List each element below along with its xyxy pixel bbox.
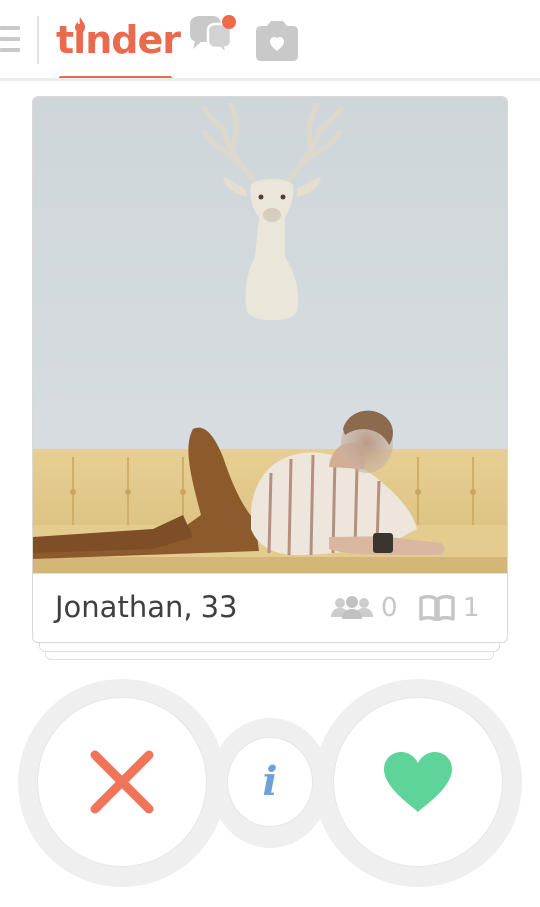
book-icon xyxy=(419,595,455,621)
common-friends: 0 xyxy=(331,593,398,623)
camera-moments-icon xyxy=(256,21,298,61)
close-icon xyxy=(90,750,154,814)
tinder-logo[interactable]: tinder xyxy=(56,16,181,68)
menu-icon[interactable] xyxy=(0,24,22,56)
name-age-label: Jonathan, 33 xyxy=(55,590,237,624)
menu-line xyxy=(0,37,20,41)
info-icon: i xyxy=(262,758,278,805)
heart-icon xyxy=(384,752,452,812)
profile-name: Jonathan xyxy=(55,590,184,624)
header-rule xyxy=(0,78,540,81)
profile-card[interactable]: Jonathan, 33 0 1 xyxy=(32,96,508,643)
common-interests-count: 1 xyxy=(463,593,480,623)
flame-icon xyxy=(75,17,85,33)
common-interests: 1 xyxy=(419,593,480,623)
profile-photo[interactable] xyxy=(33,97,507,573)
info-button[interactable]: i xyxy=(228,738,312,826)
menu-line xyxy=(0,26,20,30)
notification-badge xyxy=(222,15,236,29)
like-button[interactable] xyxy=(334,698,502,866)
menu-line xyxy=(0,48,20,52)
common-friends-count: 0 xyxy=(381,593,398,623)
name-separator: , xyxy=(183,590,193,624)
card-footer: Jonathan, 33 0 1 xyxy=(33,573,507,642)
top-bar: tinder xyxy=(0,0,540,82)
friends-icon xyxy=(331,596,373,619)
profile-age: 33 xyxy=(200,590,238,624)
header-divider xyxy=(37,16,39,64)
nope-button[interactable] xyxy=(38,698,206,866)
camera-icon[interactable] xyxy=(252,20,302,62)
